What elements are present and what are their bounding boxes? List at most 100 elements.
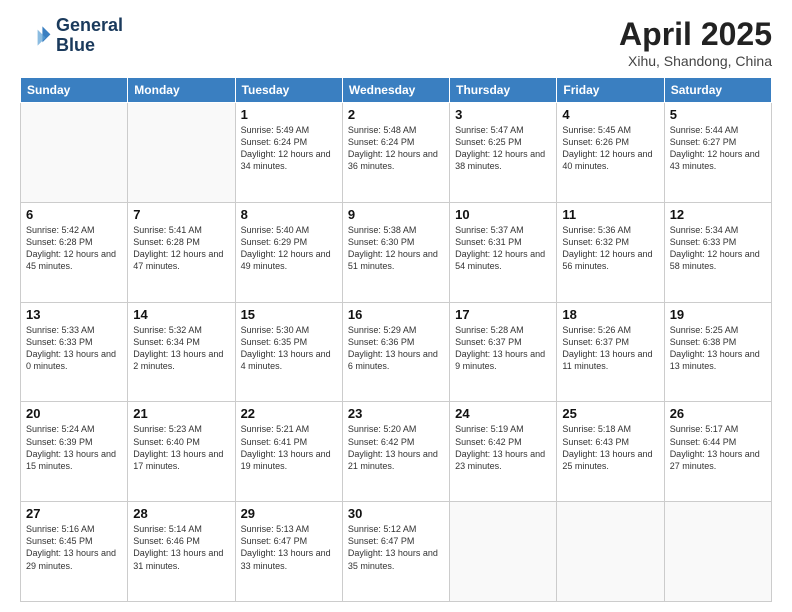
calendar-week-5: 27Sunrise: 5:16 AM Sunset: 6:45 PM Dayli… <box>21 502 772 602</box>
day-info: Sunrise: 5:21 AM Sunset: 6:41 PM Dayligh… <box>241 423 337 472</box>
day-info: Sunrise: 5:41 AM Sunset: 6:28 PM Dayligh… <box>133 224 229 273</box>
day-info: Sunrise: 5:40 AM Sunset: 6:29 PM Dayligh… <box>241 224 337 273</box>
logo-icon <box>20 20 52 52</box>
calendar-cell <box>450 502 557 602</box>
day-number: 11 <box>562 207 658 222</box>
day-info: Sunrise: 5:26 AM Sunset: 6:37 PM Dayligh… <box>562 324 658 373</box>
day-number: 1 <box>241 107 337 122</box>
day-number: 17 <box>455 307 551 322</box>
calendar-week-3: 13Sunrise: 5:33 AM Sunset: 6:33 PM Dayli… <box>21 302 772 402</box>
calendar-cell: 12 Sunrise: 5:34 AM Sunset: 6:33 PM Dayli… <box>664 202 771 302</box>
day-info: Sunrise: 5:13 AM Sunset: 6:47 PM Dayligh… <box>241 523 337 572</box>
day-number: 2 <box>348 107 444 122</box>
calendar-cell: 17 Sunrise: 5:28 AM Sunset: 6:37 PM Dayli… <box>450 302 557 402</box>
calendar-cell: 21 Sunrise: 5:23 AM Sunset: 6:40 PM Dayli… <box>128 402 235 502</box>
day-number: 13 <box>26 307 122 322</box>
day-number: 28 <box>133 506 229 521</box>
calendar-header-monday: Monday <box>128 78 235 103</box>
calendar-week-4: 20 Sunrise: 5:24 AM Sunset: 6:39 PM Dayli… <box>21 402 772 502</box>
day-number: 25 <box>562 406 658 421</box>
day-info: Sunrise: 5:23 AM Sunset: 6:40 PM Dayligh… <box>133 423 229 472</box>
calendar-header-thursday: Thursday <box>450 78 557 103</box>
calendar-header-wednesday: Wednesday <box>342 78 449 103</box>
day-info: Sunrise: 5:24 AM Sunset: 6:39 PM Dayligh… <box>26 423 122 472</box>
logo-line1: General <box>56 16 123 36</box>
sub-title: Xihu, Shandong, China <box>619 53 772 69</box>
day-info: Sunrise: 5:18 AM Sunset: 6:43 PM Dayligh… <box>562 423 658 472</box>
calendar-cell: 5 Sunrise: 5:44 AM Sunset: 6:27 PM Daylig… <box>664 103 771 203</box>
day-number: 30 <box>348 506 444 521</box>
day-info: Sunrise: 5:19 AM Sunset: 6:42 PM Dayligh… <box>455 423 551 472</box>
calendar-header-tuesday: Tuesday <box>235 78 342 103</box>
day-info: Sunrise: 5:47 AM Sunset: 6:25 PM Dayligh… <box>455 124 551 173</box>
day-info: Sunrise: 5:29 AM Sunset: 6:36 PM Dayligh… <box>348 324 444 373</box>
day-number: 3 <box>455 107 551 122</box>
calendar-cell <box>21 103 128 203</box>
day-number: 26 <box>670 406 766 421</box>
calendar-cell: 16 Sunrise: 5:29 AM Sunset: 6:36 PM Dayli… <box>342 302 449 402</box>
day-number: 20 <box>26 406 122 421</box>
calendar-header-row: SundayMondayTuesdayWednesdayThursdayFrid… <box>21 78 772 103</box>
calendar-cell: 29Sunrise: 5:13 AM Sunset: 6:47 PM Dayli… <box>235 502 342 602</box>
day-number: 15 <box>241 307 337 322</box>
day-info: Sunrise: 5:36 AM Sunset: 6:32 PM Dayligh… <box>562 224 658 273</box>
day-number: 7 <box>133 207 229 222</box>
day-info: Sunrise: 5:32 AM Sunset: 6:34 PM Dayligh… <box>133 324 229 373</box>
day-number: 4 <box>562 107 658 122</box>
day-info: Sunrise: 5:17 AM Sunset: 6:44 PM Dayligh… <box>670 423 766 472</box>
day-info: Sunrise: 5:28 AM Sunset: 6:37 PM Dayligh… <box>455 324 551 373</box>
calendar-cell: 15 Sunrise: 5:30 AM Sunset: 6:35 PM Dayli… <box>235 302 342 402</box>
day-number: 21 <box>133 406 229 421</box>
calendar-cell: 25 Sunrise: 5:18 AM Sunset: 6:43 PM Dayli… <box>557 402 664 502</box>
day-number: 22 <box>241 406 337 421</box>
calendar-header-sunday: Sunday <box>21 78 128 103</box>
calendar-cell: 24Sunrise: 5:19 AM Sunset: 6:42 PM Dayli… <box>450 402 557 502</box>
day-info: Sunrise: 5:25 AM Sunset: 6:38 PM Dayligh… <box>670 324 766 373</box>
calendar-cell: 14 Sunrise: 5:32 AM Sunset: 6:34 PM Dayli… <box>128 302 235 402</box>
calendar-cell: 6Sunrise: 5:42 AM Sunset: 6:28 PM Daylig… <box>21 202 128 302</box>
day-info: Sunrise: 5:45 AM Sunset: 6:26 PM Dayligh… <box>562 124 658 173</box>
calendar-cell: 8 Sunrise: 5:40 AM Sunset: 6:29 PM Daylig… <box>235 202 342 302</box>
day-info: Sunrise: 5:30 AM Sunset: 6:35 PM Dayligh… <box>241 324 337 373</box>
calendar-cell: 30Sunrise: 5:12 AM Sunset: 6:47 PM Dayli… <box>342 502 449 602</box>
day-info: Sunrise: 5:49 AM Sunset: 6:24 PM Dayligh… <box>241 124 337 173</box>
calendar-cell: 2 Sunrise: 5:48 AM Sunset: 6:24 PM Daylig… <box>342 103 449 203</box>
day-info: Sunrise: 5:34 AM Sunset: 6:33 PM Dayligh… <box>670 224 766 273</box>
calendar-cell: 20 Sunrise: 5:24 AM Sunset: 6:39 PM Dayli… <box>21 402 128 502</box>
day-number: 5 <box>670 107 766 122</box>
day-number: 8 <box>241 207 337 222</box>
day-info: Sunrise: 5:20 AM Sunset: 6:42 PM Dayligh… <box>348 423 444 472</box>
logo-text: General Blue <box>56 16 123 56</box>
day-number: 16 <box>348 307 444 322</box>
calendar-cell: 9 Sunrise: 5:38 AM Sunset: 6:30 PM Daylig… <box>342 202 449 302</box>
calendar-cell: 19Sunrise: 5:25 AM Sunset: 6:38 PM Dayli… <box>664 302 771 402</box>
day-info: Sunrise: 5:48 AM Sunset: 6:24 PM Dayligh… <box>348 124 444 173</box>
day-info: Sunrise: 5:44 AM Sunset: 6:27 PM Dayligh… <box>670 124 766 173</box>
title-block: April 2025 Xihu, Shandong, China <box>619 16 772 69</box>
calendar-cell: 26 Sunrise: 5:17 AM Sunset: 6:44 PM Dayli… <box>664 402 771 502</box>
calendar-cell: 13Sunrise: 5:33 AM Sunset: 6:33 PM Dayli… <box>21 302 128 402</box>
day-info: Sunrise: 5:42 AM Sunset: 6:28 PM Dayligh… <box>26 224 122 273</box>
day-number: 9 <box>348 207 444 222</box>
calendar-table: SundayMondayTuesdayWednesdayThursdayFrid… <box>20 77 772 602</box>
page: General Blue April 2025 Xihu, Shandong, … <box>0 0 792 612</box>
day-number: 14 <box>133 307 229 322</box>
calendar-cell: 11 Sunrise: 5:36 AM Sunset: 6:32 PM Dayli… <box>557 202 664 302</box>
day-number: 12 <box>670 207 766 222</box>
day-number: 18 <box>562 307 658 322</box>
calendar-week-1: 1 Sunrise: 5:49 AM Sunset: 6:24 PM Daylig… <box>21 103 772 203</box>
calendar-cell: 23 Sunrise: 5:20 AM Sunset: 6:42 PM Dayli… <box>342 402 449 502</box>
calendar-cell: 10Sunrise: 5:37 AM Sunset: 6:31 PM Dayli… <box>450 202 557 302</box>
calendar-cell: 28Sunrise: 5:14 AM Sunset: 6:46 PM Dayli… <box>128 502 235 602</box>
day-number: 23 <box>348 406 444 421</box>
calendar-cell <box>664 502 771 602</box>
day-info: Sunrise: 5:38 AM Sunset: 6:30 PM Dayligh… <box>348 224 444 273</box>
main-title: April 2025 <box>619 16 772 53</box>
logo-line2: Blue <box>56 36 123 56</box>
day-number: 10 <box>455 207 551 222</box>
calendar-cell: 4 Sunrise: 5:45 AM Sunset: 6:26 PM Daylig… <box>557 103 664 203</box>
calendar-header-saturday: Saturday <box>664 78 771 103</box>
calendar-cell: 18 Sunrise: 5:26 AM Sunset: 6:37 PM Dayli… <box>557 302 664 402</box>
day-number: 27 <box>26 506 122 521</box>
calendar-cell <box>128 103 235 203</box>
